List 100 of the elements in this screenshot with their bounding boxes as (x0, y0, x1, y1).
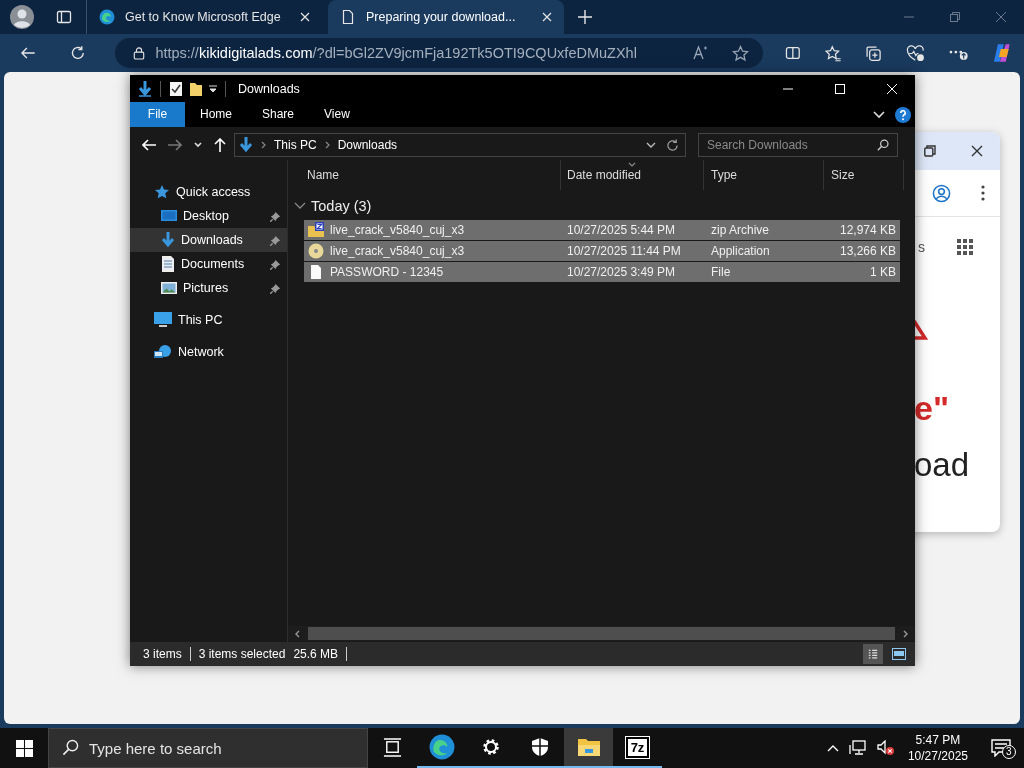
dropdown-icon[interactable] (209, 84, 217, 93)
up-arrow-icon[interactable] (214, 138, 226, 152)
clock-time[interactable]: 5:47 PM (915, 732, 961, 748)
clock-date[interactable]: 10/27/2025 (907, 748, 968, 764)
split-screen-icon[interactable] (785, 45, 801, 61)
plus-icon[interactable] (578, 10, 592, 24)
desktop-icon (161, 209, 177, 223)
restore-icon[interactable] (924, 145, 936, 157)
network-icon[interactable] (848, 740, 867, 756)
nav-item[interactable]: Downloads (130, 228, 287, 252)
ribbon-tab[interactable]: File (130, 102, 185, 127)
search-field[interactable]: Search Downloads (698, 133, 898, 157)
taskbar-app[interactable] (564, 728, 613, 768)
chevron-down-icon[interactable] (873, 110, 885, 119)
address-field[interactable]: This PC Downloads (234, 133, 686, 157)
file-name: live_crack_v5840_cuj_x3 (330, 223, 465, 237)
kebab-menu-icon[interactable] (981, 185, 985, 201)
back-icon[interactable] (20, 45, 36, 61)
disc-icon (308, 243, 324, 259)
heart-pulse-icon[interactable] (906, 44, 925, 62)
size-cell-text: 1 KB (869, 265, 897, 279)
notification-icon[interactable] (991, 739, 1011, 757)
type-cell-text: Application (710, 244, 771, 258)
scrollbar-thumb[interactable] (308, 627, 895, 640)
ribbon-tab[interactable]: Share (247, 102, 310, 127)
pin-icon[interactable] (270, 282, 281, 294)
apps-grid-icon[interactable] (957, 239, 973, 255)
refresh-icon[interactable] (666, 138, 679, 152)
forward-icon[interactable] (168, 139, 182, 151)
column-header[interactable]: Size (824, 160, 904, 190)
maximize-icon[interactable] (835, 83, 845, 94)
download-arrow-icon[interactable] (138, 80, 152, 97)
nav-item[interactable]: Pictures (130, 276, 287, 300)
help-icon[interactable] (895, 106, 911, 123)
sort-caret-icon (628, 162, 636, 167)
close-icon[interactable] (971, 145, 983, 157)
edge-logo-icon (99, 9, 115, 25)
task-view-icon (383, 737, 402, 757)
edge-logo-icon (428, 734, 455, 760)
properties-icon[interactable] (169, 80, 183, 97)
nav-item[interactable]: Desktop (130, 204, 287, 228)
file-row[interactable]: live_crack_v5840_cuj_x3 10/27/2025 5:44 PM zip Archive 12,974 KB (304, 220, 900, 240)
page-text: s (918, 239, 925, 255)
chevron-down-icon[interactable] (646, 142, 656, 148)
read-aloud-icon[interactable] (692, 45, 709, 61)
recent-locations-icon[interactable] (194, 142, 202, 148)
copilot-icon[interactable] (992, 43, 1012, 63)
file-row[interactable]: live_crack_v5840_cuj_x3 10/27/2025 11:44 PM Application 13,266 KB (304, 241, 900, 261)
archiver-logo: 7z (625, 736, 650, 758)
pin-icon[interactable] (270, 234, 281, 246)
file-row[interactable]: PASSWORD - 12345 10/27/2025 3:49 PM File 1 KB (304, 262, 900, 282)
breadcrumb-item[interactable]: This PC (274, 138, 317, 152)
date-cell-text: 10/27/2025 5:44 PM (566, 223, 677, 237)
page-icon (340, 9, 356, 25)
browser-tab[interactable]: Preparing your download... (328, 0, 564, 34)
image-icon (161, 281, 177, 295)
lock-icon[interactable] (133, 46, 146, 60)
scroll-left-icon[interactable] (294, 629, 300, 638)
size-cell-text: 12,974 KB (838, 223, 897, 237)
nav-item[interactable]: This PC (130, 308, 287, 332)
pin-icon[interactable] (270, 258, 281, 270)
scroll-right-icon[interactable] (903, 629, 909, 638)
network-icon (154, 344, 172, 360)
chevron-right-icon (324, 141, 330, 149)
tab-actions-icon[interactable] (56, 9, 72, 25)
ribbon-tab[interactable]: View (309, 102, 365, 127)
download-arrow-icon (239, 137, 253, 153)
view-toggle[interactable] (863, 644, 883, 664)
search-icon (877, 139, 889, 151)
taskbar-app[interactable]: 7z (613, 728, 662, 768)
breadcrumb-item[interactable]: Downloads (337, 138, 398, 152)
collections-icon[interactable] (865, 44, 883, 62)
nav-item[interactable]: Documents (130, 252, 287, 276)
taskbar-search-field[interactable]: Type here to search (48, 728, 368, 768)
favorites-icon[interactable] (824, 44, 842, 62)
profile-avatar-icon[interactable] (10, 5, 34, 29)
horizontal-scrollbar[interactable] (288, 626, 915, 641)
pin-icon[interactable] (270, 210, 281, 222)
address-bar[interactable]: https://kikidigitalads.com/?dl=bGl2ZV9jcmFja192Tk5OTI9CQUxfeDMuZXhl (115, 38, 764, 68)
status-text: 3 items selected (198, 647, 287, 661)
status-text: 3 items (143, 647, 191, 661)
group-header[interactable]: Today (3) (294, 198, 915, 214)
folder-icon[interactable] (189, 80, 203, 97)
column-header[interactable]: Name (304, 160, 561, 190)
shield-icon (530, 737, 549, 757)
muted-volume-icon[interactable] (876, 740, 895, 756)
nav-item[interactable]: Network (130, 340, 287, 364)
column-header[interactable]: Date modified (561, 160, 704, 190)
date-cell-text: 10/27/2025 3:49 PM (566, 265, 677, 279)
account-icon[interactable] (932, 183, 951, 203)
nav-item[interactable]: Quick access (130, 180, 287, 204)
restore-icon[interactable] (950, 12, 960, 22)
chevron-up-icon[interactable] (826, 744, 839, 752)
windows-start-icon[interactable] (16, 739, 33, 757)
back-icon[interactable] (142, 139, 156, 151)
column-header[interactable]: Type (704, 160, 824, 190)
ribbon-tab[interactable]: Home (185, 102, 247, 127)
refresh-icon[interactable] (69, 45, 86, 61)
notification-count-badge: 3 (1002, 745, 1016, 759)
favorite-star-icon[interactable] (732, 44, 750, 62)
